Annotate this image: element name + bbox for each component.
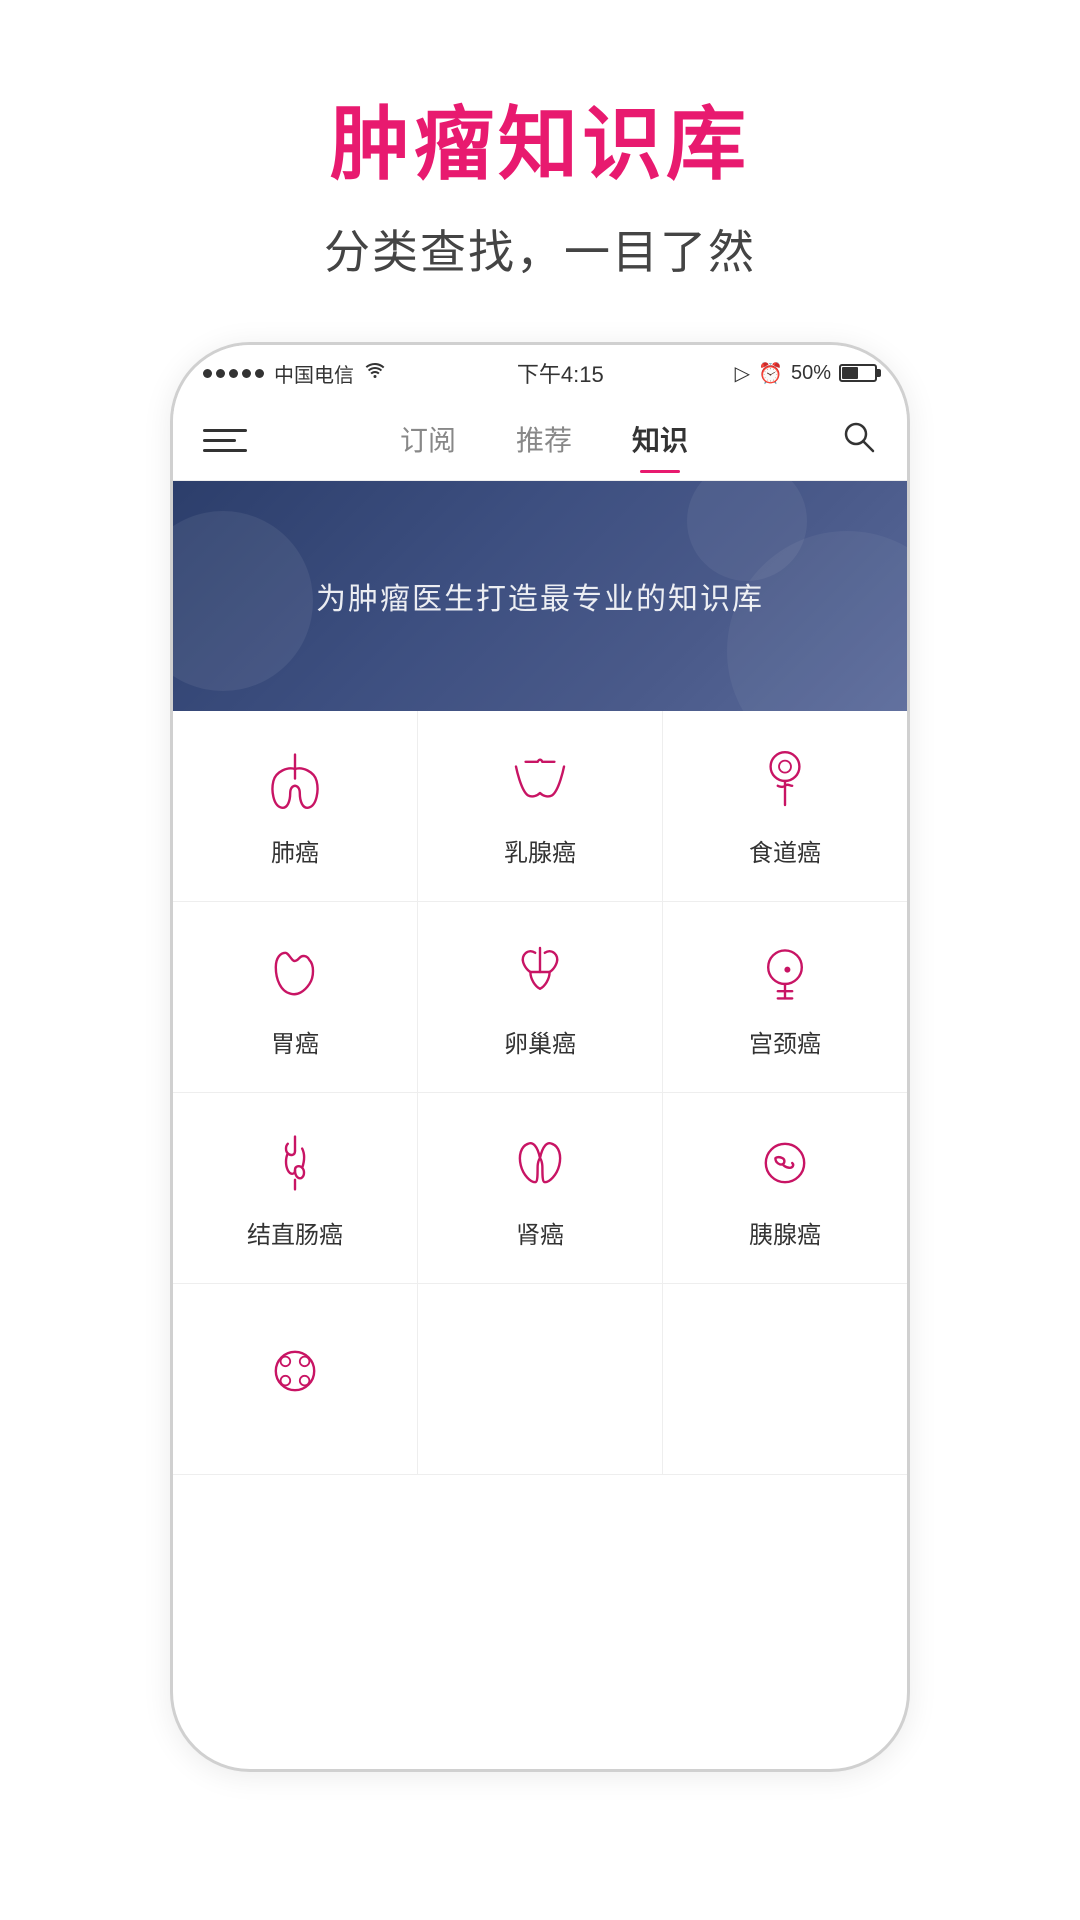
cell-colon[interactable]: 结直肠癌 xyxy=(173,1093,418,1283)
grid-row-3: 结直肠癌 肾癌 胰腺癌 xyxy=(173,1093,907,1284)
wifi-icon xyxy=(364,361,386,385)
status-time: 下午4:15 xyxy=(517,357,604,389)
grid-row-4 xyxy=(173,1284,907,1475)
location-icon: ▷ xyxy=(735,361,750,386)
cell-empty-1 xyxy=(418,1284,663,1474)
grid-row-2: 胃癌 卵巢癌 xyxy=(173,902,907,1093)
colon-label: 结直肠癌 xyxy=(247,1215,343,1250)
menu-line-2 xyxy=(203,439,236,442)
lung-label: 肺癌 xyxy=(271,833,319,868)
status-right: ▷ ⏰ 50% xyxy=(735,361,877,386)
menu-line-1 xyxy=(203,429,247,432)
search-icon[interactable] xyxy=(841,419,877,463)
signal-dot-2 xyxy=(216,369,225,378)
cell-breast[interactable]: 乳腺癌 xyxy=(418,711,663,901)
cancer-grid: 肺癌 乳腺癌 xyxy=(173,711,907,1475)
banner-deco-1 xyxy=(173,511,313,691)
status-bar: 中国电信 下午4:15 ▷ ⏰ 50% xyxy=(173,345,907,401)
menu-icon[interactable] xyxy=(203,429,247,452)
cervix-label: 宫颈癌 xyxy=(749,1024,821,1059)
alarm-icon: ⏰ xyxy=(758,361,783,386)
battery-percent: 50% xyxy=(791,362,831,385)
signal-dot-3 xyxy=(229,369,238,378)
cell-empty-2 xyxy=(663,1284,907,1474)
nav-bar: 订阅 推荐 知识 xyxy=(173,401,907,481)
cervix-icon xyxy=(749,936,821,1008)
page-subtitle: 分类查找，一目了然 xyxy=(0,216,1080,282)
banner: 为肿瘤医生打造最专业的知识库 xyxy=(173,481,907,711)
ovary-icon xyxy=(504,936,576,1008)
pancreas-icon xyxy=(749,1127,821,1199)
colon-icon xyxy=(259,1127,331,1199)
menu-line-3 xyxy=(203,449,247,452)
tab-subscribe[interactable]: 订阅 xyxy=(400,419,456,463)
battery-icon xyxy=(839,364,877,382)
signal-dot-1 xyxy=(203,369,212,378)
grid-row-1: 肺癌 乳腺癌 xyxy=(173,711,907,902)
other-icon xyxy=(259,1335,331,1407)
cell-esophagus[interactable]: 食道癌 xyxy=(663,711,907,901)
cell-other[interactable] xyxy=(173,1284,418,1474)
cell-lung[interactable]: 肺癌 xyxy=(173,711,418,901)
battery-fill xyxy=(842,367,858,379)
esophagus-icon xyxy=(749,745,821,817)
carrier-label: 中国电信 xyxy=(274,359,354,388)
pancreas-label: 胰腺癌 xyxy=(749,1215,821,1250)
tab-recommend[interactable]: 推荐 xyxy=(516,419,572,463)
phone-frame: 中国电信 下午4:15 ▷ ⏰ 50% 订阅 推荐 知识 xyxy=(170,342,910,1772)
tab-knowledge[interactable]: 知识 xyxy=(632,419,688,463)
breast-icon xyxy=(504,745,576,817)
ovary-label: 卵巢癌 xyxy=(504,1024,576,1059)
lung-icon xyxy=(259,745,331,817)
esophagus-label: 食道癌 xyxy=(749,833,821,868)
breast-label: 乳腺癌 xyxy=(504,833,576,868)
page-title: 肿瘤知识库 xyxy=(0,80,1080,196)
signal-dot-4 xyxy=(242,369,251,378)
nav-tabs: 订阅 推荐 知识 xyxy=(247,419,841,463)
kidney-label: 肾癌 xyxy=(516,1215,564,1250)
cell-kidney[interactable]: 肾癌 xyxy=(418,1093,663,1283)
page-header: 肿瘤知识库 分类查找，一目了然 xyxy=(0,0,1080,322)
stomach-icon xyxy=(259,936,331,1008)
cell-pancreas[interactable]: 胰腺癌 xyxy=(663,1093,907,1283)
cell-stomach[interactable]: 胃癌 xyxy=(173,902,418,1092)
signal-dots xyxy=(203,369,264,378)
signal-dot-5 xyxy=(255,369,264,378)
cell-cervix[interactable]: 宫颈癌 xyxy=(663,902,907,1092)
status-left: 中国电信 xyxy=(203,359,386,388)
banner-text: 为肿瘤医生打造最专业的知识库 xyxy=(316,574,764,618)
kidney-icon xyxy=(504,1127,576,1199)
cell-ovary[interactable]: 卵巢癌 xyxy=(418,902,663,1092)
stomach-label: 胃癌 xyxy=(271,1024,319,1059)
